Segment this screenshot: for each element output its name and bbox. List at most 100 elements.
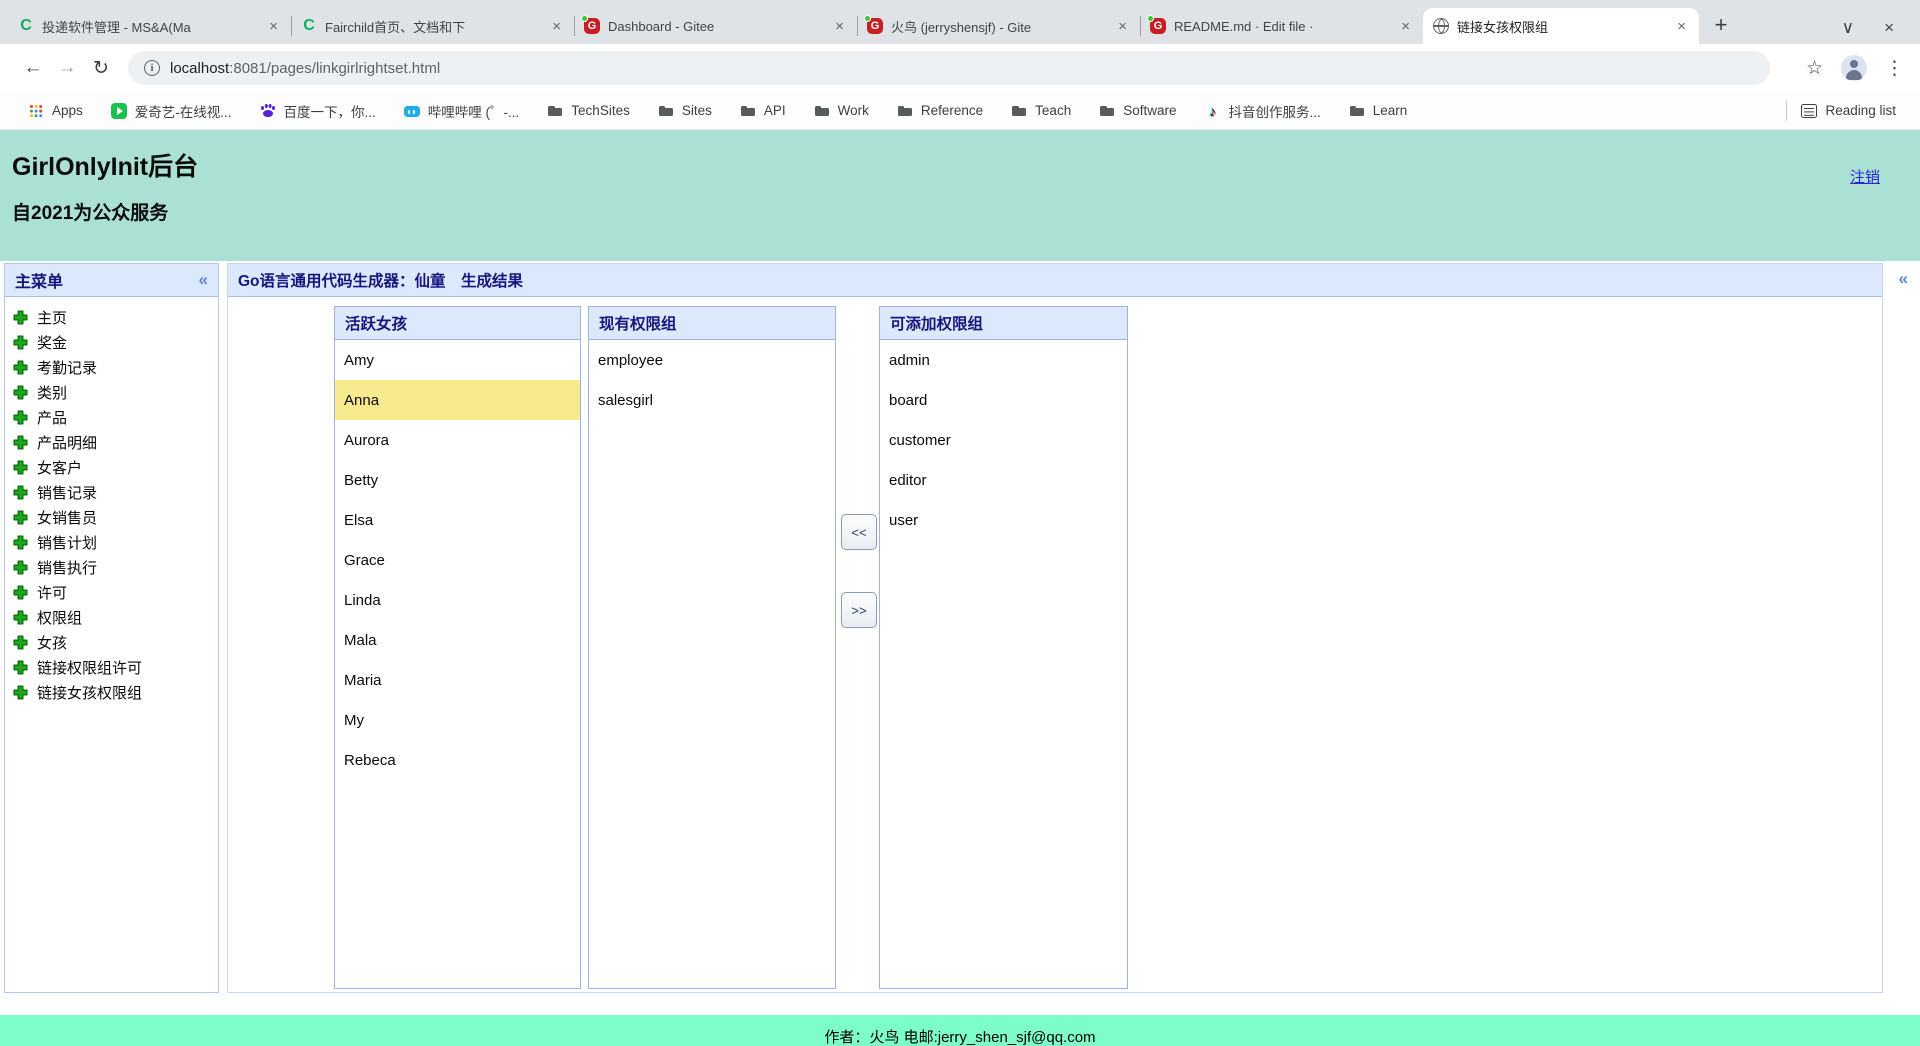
girl-row[interactable]: Grace	[335, 540, 580, 580]
tab-close-icon[interactable]: ×	[1398, 18, 1413, 35]
menu-item-label: 销售计划	[37, 535, 98, 552]
bookmark-item[interactable]: API	[726, 103, 800, 119]
browser-tab[interactable]: 链接女孩权限组 ×	[1423, 8, 1699, 44]
right-panel-collapse-icon[interactable]: «	[1899, 269, 1908, 289]
bookmark-star-icon[interactable]: ☆	[1806, 57, 1823, 80]
menu-item[interactable]: 女孩	[13, 630, 218, 655]
menu-item[interactable]: 产品	[13, 405, 218, 430]
menu-item[interactable]: 女销售员	[13, 505, 218, 530]
tab-close-icon[interactable]: ×	[1674, 18, 1689, 35]
window-controls: ∨ ×	[1842, 18, 1920, 44]
bookmark-item[interactable]: 抖音创作服务...	[1190, 101, 1334, 121]
rightset-row[interactable]: customer	[880, 420, 1127, 460]
menu-item[interactable]: 类别	[13, 380, 218, 405]
browser-tab[interactable]: 火鸟 (jerryshensjf) - Gite ×	[857, 8, 1140, 44]
logout-link[interactable]: 注销	[1850, 166, 1880, 187]
bookmark-item[interactable]: Learn	[1335, 103, 1422, 119]
bookmark-label: Apps	[52, 103, 83, 118]
rightset-row[interactable]: board	[880, 380, 1127, 420]
sidebar-collapse-icon[interactable]: «	[199, 270, 208, 290]
reading-list-button[interactable]: Reading list	[1770, 100, 1906, 121]
bookmark-label: TechSites	[571, 103, 630, 118]
back-icon[interactable]: ←	[16, 57, 50, 79]
bookmark-item[interactable]: Work	[800, 103, 883, 119]
tab-favicon	[301, 18, 317, 34]
menu-item[interactable]: 考勤记录	[13, 355, 218, 380]
bookmark-item[interactable]: TechSites	[533, 103, 644, 119]
tab-close-icon[interactable]: ×	[1115, 18, 1130, 35]
add-rightset-button[interactable]: >>	[841, 592, 877, 628]
bookmark-item[interactable]: Software	[1085, 103, 1190, 119]
tab-title: README.md · Edit file ·	[1174, 18, 1314, 34]
bookmark-label: Reference	[920, 103, 984, 118]
girl-row[interactable]: Rebeca	[335, 740, 580, 780]
bookmark-item[interactable]: Sites	[644, 103, 726, 119]
bookmark-item[interactable]: 爱奇艺-在线视...	[97, 101, 246, 121]
site-header: GirlOnlyInit后台 自2021为公众服务 注销	[0, 130, 1920, 261]
current-rightsets-list: employee salesgirl	[589, 340, 835, 420]
window-close-icon[interactable]: ×	[1884, 18, 1894, 38]
bookmark-item[interactable]: Reference	[883, 103, 997, 119]
menu-plus-icon	[13, 585, 28, 600]
page-info-icon[interactable]: i	[144, 60, 160, 76]
rightset-row[interactable]: employee	[589, 340, 835, 380]
browser-tab[interactable]: Dashboard - Gitee ×	[574, 8, 857, 44]
menu-item[interactable]: 奖金	[13, 330, 218, 355]
browser-menu-icon[interactable]: ⋮	[1885, 57, 1904, 80]
rightset-row[interactable]: salesgirl	[589, 380, 835, 420]
menu-item[interactable]: 权限组	[13, 605, 218, 630]
bookmark-icon	[1349, 103, 1365, 119]
rightset-row[interactable]: user	[880, 500, 1127, 540]
girl-row[interactable]: Elsa	[335, 500, 580, 540]
girl-row[interactable]: Linda	[335, 580, 580, 620]
bookmark-item[interactable]: Apps	[14, 103, 97, 119]
girl-row[interactable]: Anna	[335, 380, 580, 420]
bookmark-item[interactable]: 百度一下，你...	[246, 101, 390, 121]
bookmark-icon	[403, 103, 420, 119]
girl-row[interactable]: Mala	[335, 620, 580, 660]
girl-row[interactable]: Amy	[335, 340, 580, 380]
bookmark-icon	[897, 103, 913, 119]
menu-item[interactable]: 销售计划	[13, 530, 218, 555]
bookmark-icon	[658, 103, 674, 119]
forward-icon[interactable]: →	[50, 57, 84, 79]
menu-item[interactable]: 许可	[13, 580, 218, 605]
tab-search-chevron-icon[interactable]: ∨	[1842, 18, 1854, 38]
rightset-row[interactable]: admin	[880, 340, 1127, 380]
bookmark-item[interactable]: 哔哩哔哩 (゜-...	[390, 101, 534, 121]
menu-item[interactable]: 销售执行	[13, 555, 218, 580]
menu-item[interactable]: 链接女孩权限组	[13, 680, 218, 705]
profile-avatar[interactable]	[1841, 55, 1867, 81]
menu-item[interactable]: 主页	[13, 305, 218, 330]
menu-item-label: 链接权限组许可	[37, 660, 143, 677]
browser-tab[interactable]: Fairchild首页、文档和下 ×	[291, 8, 574, 44]
new-tab-button[interactable]: +	[1707, 12, 1735, 40]
rightset-row[interactable]: editor	[880, 460, 1127, 500]
menu-item[interactable]: 产品明细	[13, 430, 218, 455]
menu-plus-icon	[13, 510, 28, 525]
menu-plus-icon	[13, 410, 28, 425]
tab-list: 投递软件管理 - MS&A(Ma × Fairchild首页、文档和下 × Da…	[8, 0, 1699, 44]
browser-tab[interactable]: README.md · Edit file · ×	[1140, 8, 1423, 44]
url-host: localhost	[170, 59, 230, 77]
menu-item[interactable]: 女客户	[13, 455, 218, 480]
bookmarks-bar: Apps 爱奇艺-在线视... 百度一下，你... 哔哩哔哩 (゜-... Te…	[0, 92, 1920, 130]
girl-row[interactable]: My	[335, 700, 580, 740]
menu-item[interactable]: 链接权限组许可	[13, 655, 218, 680]
menu-item[interactable]: 销售记录	[13, 480, 218, 505]
tab-close-icon[interactable]: ×	[266, 18, 281, 35]
main-panel-title: Go语言通用代码生成器：仙童 生成结果	[238, 273, 524, 290]
bookmark-item[interactable]: Teach	[997, 103, 1085, 119]
reload-icon[interactable]: ↻	[84, 57, 118, 80]
girl-row[interactable]: Aurora	[335, 420, 580, 460]
girl-row[interactable]: Maria	[335, 660, 580, 700]
address-bar[interactable]: i localhost:8081/pages/linkgirlrightset.…	[128, 51, 1770, 85]
remove-rightset-button[interactable]: <<	[841, 514, 877, 550]
menu-item-label: 产品	[37, 410, 68, 427]
browser-tab[interactable]: 投递软件管理 - MS&A(Ma ×	[8, 8, 291, 44]
girl-name: Rebeca	[344, 751, 396, 769]
tab-close-icon[interactable]: ×	[832, 18, 847, 35]
tab-close-icon[interactable]: ×	[549, 18, 564, 35]
girl-row[interactable]: Betty	[335, 460, 580, 500]
menu-item-label: 奖金	[37, 335, 68, 352]
